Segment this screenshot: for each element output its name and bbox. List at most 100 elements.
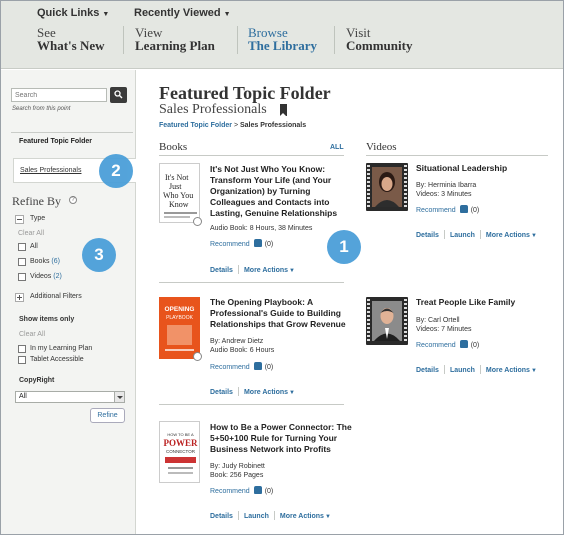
nav-big-label: Community — [346, 38, 413, 53]
svg-text:PLAYBOOK: PLAYBOOK — [166, 315, 194, 321]
details-link[interactable]: Details — [416, 367, 439, 374]
book-cover[interactable]: OPENING PLAYBOOK — [159, 297, 200, 359]
chevron-down-icon: ▼ — [289, 390, 295, 396]
bookmark-icon[interactable] — [280, 104, 287, 116]
copyright-select[interactable]: All — [15, 391, 125, 403]
breadcrumb-current: Sales Professionals — [240, 122, 307, 129]
book-cover[interactable]: HOW TO BE A POWER CONNECTOR — [159, 421, 200, 483]
current-folder-label: Sales Professionals — [20, 167, 82, 174]
nav-big-label: The Library — [248, 38, 317, 53]
chevron-down-icon: ▼ — [223, 11, 231, 18]
details-link[interactable]: Details — [210, 513, 233, 520]
book-meta: Audio Book: 6 Hours — [210, 347, 275, 354]
video-thumbnail[interactable] — [366, 163, 408, 211]
presenter-photo — [372, 301, 402, 341]
refine-by-heading: Refine By — [12, 194, 61, 208]
refine-button[interactable]: Refine — [90, 408, 125, 423]
action-separator — [443, 230, 445, 239]
additional-filters-label: Additional Filters — [30, 293, 82, 300]
more-actions-menu[interactable]: More Actions▼ — [280, 513, 331, 520]
recommend-link[interactable]: Recommend (0) — [210, 239, 273, 248]
copyright-value: All — [19, 393, 27, 400]
svg-text:HOW TO BE A: HOW TO BE A — [167, 432, 194, 437]
launch-link[interactable]: Launch — [450, 232, 475, 239]
learning-plan-label: In my Learning Plan — [30, 345, 93, 352]
nav-learning-plan[interactable]: View Learning Plan — [135, 26, 215, 53]
item-divider — [159, 404, 344, 405]
expand-filters-toggle[interactable] — [15, 293, 24, 302]
book-cover-art: It's Not Just Who You Know — [163, 173, 197, 218]
callout-badge-2: 2 — [99, 154, 133, 188]
tablet-accessible-label: Tablet Accessible — [30, 356, 84, 363]
book-actions: Details More Actions▼ — [210, 265, 300, 274]
recommend-link[interactable]: Recommend (0) — [210, 362, 273, 371]
action-separator — [237, 387, 239, 396]
book-meta: Book: 256 Pages — [210, 472, 264, 479]
search-input[interactable] — [11, 88, 107, 102]
thumbs-up-icon — [253, 362, 262, 370]
video-title[interactable]: Situational Leadership — [416, 163, 556, 174]
book-title[interactable]: How to Be a Power Connector: The 5+50+10… — [210, 422, 355, 455]
book-title[interactable]: It's Not Just Who You Know: Transform Yo… — [210, 164, 350, 219]
divider — [11, 132, 133, 133]
book-actions: Details Launch More Actions▼ — [210, 511, 336, 520]
nav-divider — [334, 26, 335, 54]
nav-big-label: What's New — [37, 38, 105, 53]
item-divider — [159, 282, 344, 283]
books-heading: Books — [159, 141, 188, 153]
nav-the-library[interactable]: Browse The Library — [248, 26, 317, 53]
audio-icon — [193, 352, 202, 361]
book-cover[interactable]: It's Not Just Who You Know — [159, 163, 200, 223]
video-author: By: Herminia Ibarra — [416, 182, 477, 189]
breadcrumb-link[interactable]: Featured Topic Folder — [159, 122, 232, 129]
type-books-label: Books (6) — [30, 258, 60, 265]
books-divider — [159, 155, 344, 156]
collapse-type-toggle[interactable] — [15, 215, 24, 224]
details-link[interactable]: Details — [210, 267, 233, 274]
action-separator — [479, 230, 481, 239]
tablet-accessible-checkbox[interactable] — [18, 356, 26, 364]
presenter-photo — [372, 167, 402, 207]
type-videos-label: Videos (2) — [30, 273, 62, 280]
chevron-down-icon: ▼ — [530, 233, 537, 239]
svg-text:Just: Just — [169, 182, 182, 191]
recommend-link[interactable]: Recommend (0) — [416, 205, 479, 214]
learning-plan-checkbox[interactable] — [18, 345, 26, 353]
video-thumbnail[interactable] — [366, 297, 408, 345]
launch-link[interactable]: Launch — [244, 513, 269, 520]
more-actions-menu[interactable]: More Actions▼ — [244, 267, 295, 274]
video-title[interactable]: Treat People Like Family — [416, 297, 556, 308]
page-subtitle: Sales Professionals — [159, 102, 267, 117]
recently-viewed-menu[interactable]: Recently Viewed ▼ — [134, 7, 231, 19]
action-separator — [443, 365, 445, 374]
recommend-link[interactable]: Recommend (0) — [416, 340, 479, 349]
nav-divider — [237, 26, 238, 54]
details-link[interactable]: Details — [210, 389, 233, 396]
nav-whats-new[interactable]: See What's New — [37, 26, 105, 53]
thumbs-up-icon — [253, 486, 262, 494]
videos-divider — [366, 155, 548, 156]
help-icon[interactable]: ? — [69, 196, 77, 204]
details-link[interactable]: Details — [416, 232, 439, 239]
more-actions-menu[interactable]: More Actions▼ — [244, 389, 295, 396]
more-actions-menu[interactable]: More Actions▼ — [486, 232, 537, 239]
search-button[interactable] — [110, 87, 127, 103]
svg-text:It's Not: It's Not — [165, 173, 189, 182]
page-title: Featured Topic Folder — [159, 83, 331, 103]
type-videos-checkbox[interactable] — [18, 273, 26, 281]
book-title[interactable]: The Opening Playbook: A Professional's G… — [210, 297, 350, 330]
featured-folder-label[interactable]: Featured Topic Folder — [19, 138, 92, 145]
clear-all-link-2[interactable]: Clear All — [19, 331, 45, 338]
thumbs-up-icon — [459, 340, 468, 348]
launch-link[interactable]: Launch — [450, 367, 475, 374]
quick-links-menu[interactable]: Quick Links ▼ — [37, 7, 109, 19]
all-books-link[interactable]: ALL — [330, 144, 344, 151]
recommend-link[interactable]: Recommend (0) — [210, 486, 273, 495]
nav-community[interactable]: Visit Community — [346, 26, 412, 53]
clear-all-link[interactable]: Clear All — [18, 230, 44, 237]
more-actions-menu[interactable]: More Actions▼ — [486, 367, 537, 374]
type-label: Type — [30, 215, 46, 222]
type-all-checkbox[interactable] — [18, 243, 26, 251]
book-author: By: Judy Robinett — [210, 463, 265, 470]
type-books-checkbox[interactable] — [18, 258, 26, 266]
